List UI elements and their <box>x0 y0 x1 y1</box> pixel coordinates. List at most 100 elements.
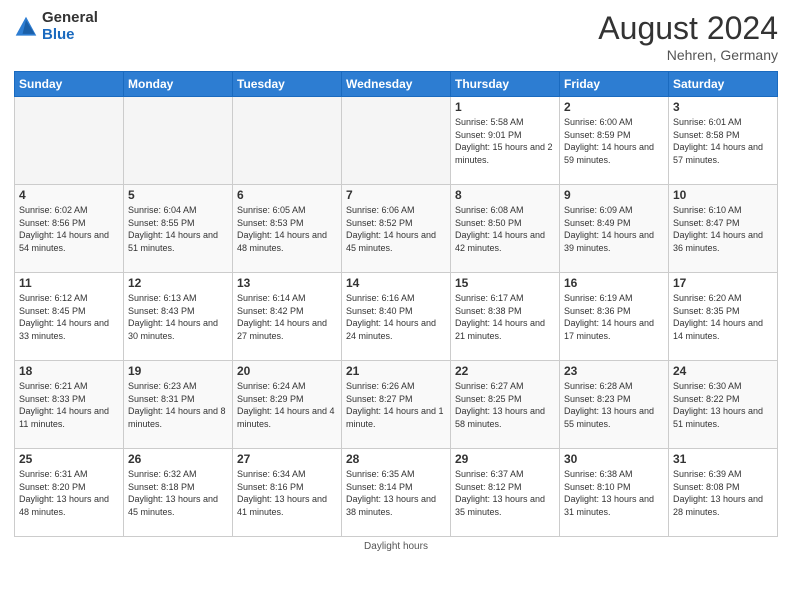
day-number: 9 <box>564 188 664 202</box>
day-info: Sunrise: 6:24 AMSunset: 8:29 PMDaylight:… <box>237 380 337 430</box>
calendar-day: 12Sunrise: 6:13 AMSunset: 8:43 PMDayligh… <box>124 273 233 361</box>
calendar-day: 29Sunrise: 6:37 AMSunset: 8:12 PMDayligh… <box>451 449 560 537</box>
day-info: Sunrise: 6:12 AMSunset: 8:45 PMDaylight:… <box>19 292 119 342</box>
day-info: Sunrise: 6:30 AMSunset: 8:22 PMDaylight:… <box>673 380 773 430</box>
day-info: Sunrise: 6:28 AMSunset: 8:23 PMDaylight:… <box>564 380 664 430</box>
location: Nehren, Germany <box>598 47 778 63</box>
calendar-day: 11 Sunrise: 6:12 AMSunset: 8:45 PMDayligh… <box>15 273 124 361</box>
day-info: Sunrise: 6:05 AMSunset: 8:53 PMDaylight:… <box>237 204 337 254</box>
day-info: Sunrise: 6:13 AMSunset: 8:43 PMDaylight:… <box>128 292 228 342</box>
day-info: Sunrise: 6:27 AMSunset: 8:25 PMDaylight:… <box>455 380 555 430</box>
calendar-day <box>15 97 124 185</box>
day-info: Sunrise: 6:21 AMSunset: 8:33 PMDaylight:… <box>19 380 119 430</box>
day-info: Sunrise: 6:14 AMSunset: 8:42 PMDaylight:… <box>237 292 337 342</box>
day-number: 11 <box>19 276 119 290</box>
calendar-day: 5 Sunrise: 6:04 AMSunset: 8:55 PMDaylight… <box>124 185 233 273</box>
day-number: 27 <box>237 452 337 466</box>
logo: General Blue <box>14 10 98 43</box>
day-info: Sunrise: 6:20 AMSunset: 8:35 PMDaylight:… <box>673 292 773 342</box>
day-number: 3 <box>673 100 773 114</box>
day-number: 5 <box>128 188 228 202</box>
calendar-day: 1 Sunrise: 5:58 AMSunset: 9:01 PMDaylight… <box>451 97 560 185</box>
title-block: August 2024 Nehren, Germany <box>598 10 778 63</box>
day-info: Sunrise: 6:32 AMSunset: 8:18 PMDaylight:… <box>128 468 228 518</box>
calendar-header-sunday: Sunday <box>15 72 124 97</box>
calendar-day: 13 Sunrise: 6:14 AMSunset: 8:42 PMDayligh… <box>233 273 342 361</box>
calendar-day: 10Sunrise: 6:10 AMSunset: 8:47 PMDayligh… <box>669 185 778 273</box>
day-info: Sunrise: 6:23 AMSunset: 8:31 PMDaylight:… <box>128 380 228 430</box>
logo-blue: Blue <box>42 27 98 44</box>
calendar-day: 18 Sunrise: 6:21 AMSunset: 8:33 PMDayligh… <box>15 361 124 449</box>
day-number: 16 <box>564 276 664 290</box>
day-info: Sunrise: 6:04 AMSunset: 8:55 PMDaylight:… <box>128 204 228 254</box>
calendar-week-4: 18 Sunrise: 6:21 AMSunset: 8:33 PMDayligh… <box>15 361 778 449</box>
calendar-day: 28Sunrise: 6:35 AMSunset: 8:14 PMDayligh… <box>342 449 451 537</box>
calendar-day: 9 Sunrise: 6:09 AMSunset: 8:49 PMDaylight… <box>560 185 669 273</box>
day-number: 18 <box>19 364 119 378</box>
calendar-week-1: 1 Sunrise: 5:58 AMSunset: 9:01 PMDaylight… <box>15 97 778 185</box>
day-info: Sunrise: 5:58 AMSunset: 9:01 PMDaylight:… <box>455 116 555 166</box>
calendar-header-monday: Monday <box>124 72 233 97</box>
day-number: 23 <box>564 364 664 378</box>
calendar-day: 3 Sunrise: 6:01 AMSunset: 8:58 PMDaylight… <box>669 97 778 185</box>
calendar-day: 27 Sunrise: 6:34 AMSunset: 8:16 PMDayligh… <box>233 449 342 537</box>
day-number: 4 <box>19 188 119 202</box>
logo-icon <box>14 15 38 39</box>
day-info: Sunrise: 6:08 AMSunset: 8:50 PMDaylight:… <box>455 204 555 254</box>
day-info: Sunrise: 6:01 AMSunset: 8:58 PMDaylight:… <box>673 116 773 166</box>
day-info: Sunrise: 6:26 AMSunset: 8:27 PMDaylight:… <box>346 380 446 430</box>
calendar-week-2: 4 Sunrise: 6:02 AMSunset: 8:56 PMDaylight… <box>15 185 778 273</box>
day-number: 22 <box>455 364 555 378</box>
logo-general: General <box>42 10 98 27</box>
calendar-header-saturday: Saturday <box>669 72 778 97</box>
calendar-day: 7 Sunrise: 6:06 AMSunset: 8:52 PMDaylight… <box>342 185 451 273</box>
calendar-header-friday: Friday <box>560 72 669 97</box>
calendar-header-wednesday: Wednesday <box>342 72 451 97</box>
calendar-day: 19 Sunrise: 6:23 AMSunset: 8:31 PMDayligh… <box>124 361 233 449</box>
day-number: 19 <box>128 364 228 378</box>
day-number: 25 <box>19 452 119 466</box>
day-info: Sunrise: 6:09 AMSunset: 8:49 PMDaylight:… <box>564 204 664 254</box>
footer-note: Daylight hours <box>14 541 778 552</box>
day-number: 7 <box>346 188 446 202</box>
day-number: 21 <box>346 364 446 378</box>
day-info: Sunrise: 6:31 AMSunset: 8:20 PMDaylight:… <box>19 468 119 518</box>
day-info: Sunrise: 6:39 AMSunset: 8:08 PMDaylight:… <box>673 468 773 518</box>
calendar-day: 4 Sunrise: 6:02 AMSunset: 8:56 PMDaylight… <box>15 185 124 273</box>
day-info: Sunrise: 6:10 AMSunset: 8:47 PMDaylight:… <box>673 204 773 254</box>
day-number: 13 <box>237 276 337 290</box>
calendar-day: 25 Sunrise: 6:31 AMSunset: 8:20 PMDayligh… <box>15 449 124 537</box>
day-info: Sunrise: 6:38 AMSunset: 8:10 PMDaylight:… <box>564 468 664 518</box>
day-number: 1 <box>455 100 555 114</box>
day-info: Sunrise: 6:17 AMSunset: 8:38 PMDaylight:… <box>455 292 555 342</box>
day-number: 2 <box>564 100 664 114</box>
header: General Blue August 2024 Nehren, Germany <box>14 10 778 63</box>
day-number: 31 <box>673 452 773 466</box>
calendar-week-5: 25 Sunrise: 6:31 AMSunset: 8:20 PMDayligh… <box>15 449 778 537</box>
day-number: 29 <box>455 452 555 466</box>
calendar-day: 31 Sunrise: 6:39 AMSunset: 8:08 PMDayligh… <box>669 449 778 537</box>
calendar-day: 14 Sunrise: 6:16 AMSunset: 8:40 PMDayligh… <box>342 273 451 361</box>
day-number: 28 <box>346 452 446 466</box>
calendar-day: 6 Sunrise: 6:05 AMSunset: 8:53 PMDaylight… <box>233 185 342 273</box>
calendar-header-thursday: Thursday <box>451 72 560 97</box>
day-info: Sunrise: 6:06 AMSunset: 8:52 PMDaylight:… <box>346 204 446 254</box>
day-info: Sunrise: 6:02 AMSunset: 8:56 PMDaylight:… <box>19 204 119 254</box>
calendar-day <box>124 97 233 185</box>
day-info: Sunrise: 6:00 AMSunset: 8:59 PMDaylight:… <box>564 116 664 166</box>
calendar-header-tuesday: Tuesday <box>233 72 342 97</box>
calendar-day: 16Sunrise: 6:19 AMSunset: 8:36 PMDayligh… <box>560 273 669 361</box>
calendar-day: 26Sunrise: 6:32 AMSunset: 8:18 PMDayligh… <box>124 449 233 537</box>
calendar-day: 23 Sunrise: 6:28 AMSunset: 8:23 PMDayligh… <box>560 361 669 449</box>
day-number: 17 <box>673 276 773 290</box>
day-number: 14 <box>346 276 446 290</box>
day-number: 15 <box>455 276 555 290</box>
month-year: August 2024 <box>598 10 778 47</box>
calendar-day: 21 Sunrise: 6:26 AMSunset: 8:27 PMDayligh… <box>342 361 451 449</box>
day-number: 6 <box>237 188 337 202</box>
calendar-day: 20Sunrise: 6:24 AMSunset: 8:29 PMDayligh… <box>233 361 342 449</box>
calendar-day <box>233 97 342 185</box>
day-number: 8 <box>455 188 555 202</box>
day-info: Sunrise: 6:16 AMSunset: 8:40 PMDaylight:… <box>346 292 446 342</box>
day-info: Sunrise: 6:34 AMSunset: 8:16 PMDaylight:… <box>237 468 337 518</box>
